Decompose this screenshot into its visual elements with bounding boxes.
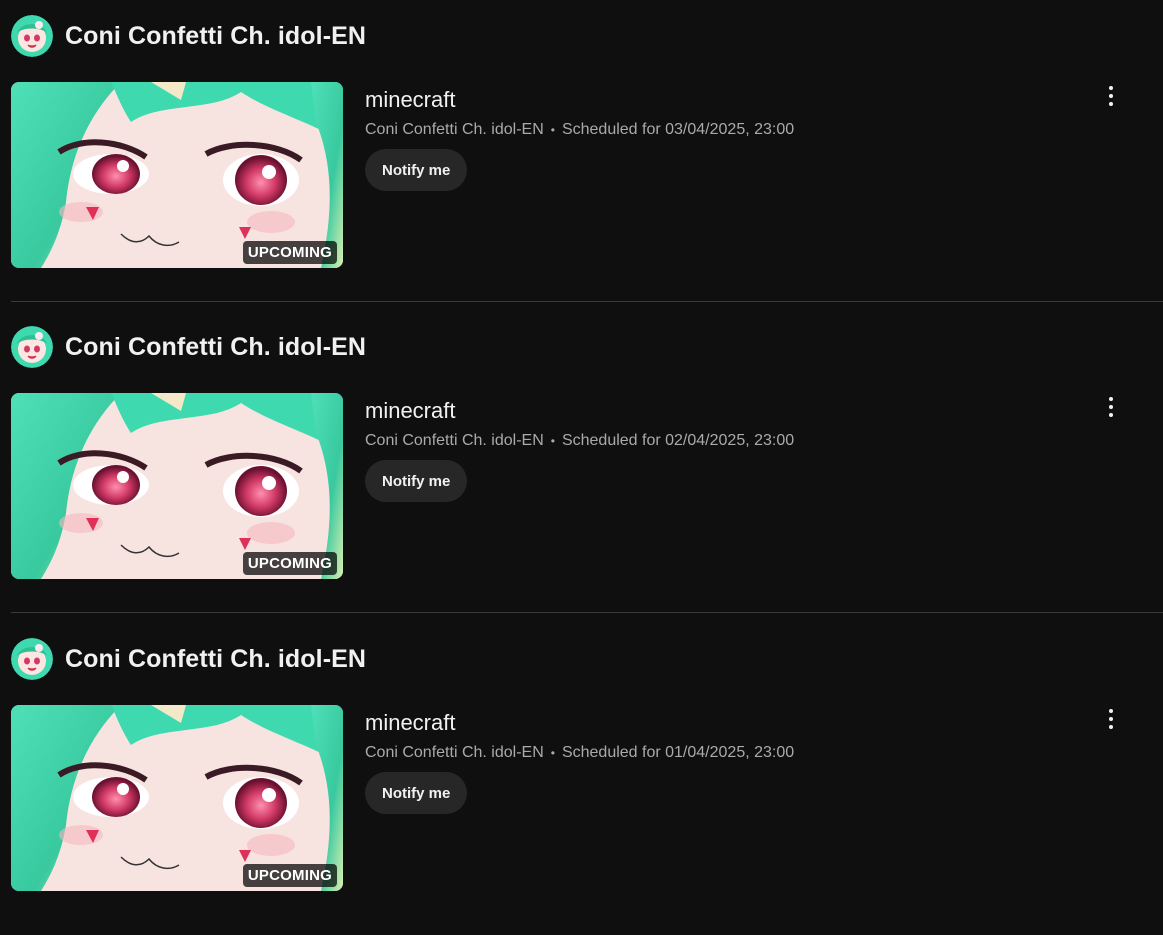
channel-header[interactable]: Coni Confetti Ch. idol-EN — [11, 325, 366, 369]
video-title[interactable]: minecraft — [365, 87, 1065, 113]
video-item: UPCOMING minecraft Coni Confetti Ch. ido… — [11, 705, 1151, 891]
video-details: minecraft Coni Confetti Ch. idol-EN • Sc… — [365, 393, 1065, 502]
divider — [11, 301, 1163, 302]
video-title[interactable]: minecraft — [365, 398, 1065, 424]
channel-avatar[interactable] — [11, 15, 53, 57]
channel-avatar[interactable] — [11, 326, 53, 368]
upcoming-section: Coni Confetti Ch. idol-EN UPCOMING minec… — [0, 0, 1163, 312]
channel-name[interactable]: Coni Confetti Ch. idol-EN — [65, 645, 366, 674]
upcoming-badge: UPCOMING — [242, 864, 337, 887]
notify-me-button[interactable]: Notify me — [365, 772, 468, 814]
scheduled-time: Scheduled for 02/04/2025, 23:00 — [561, 432, 795, 449]
scheduled-time: Scheduled for 03/04/2025, 23:00 — [561, 121, 795, 138]
upcoming-section: Coni Confetti Ch. idol-EN UPCOMING minec… — [0, 311, 1163, 623]
more-vert-icon[interactable] — [1101, 84, 1121, 108]
upcoming-badge: UPCOMING — [242, 552, 337, 575]
notify-me-button[interactable]: Notify me — [365, 149, 468, 191]
channel-header[interactable]: Coni Confetti Ch. idol-EN — [11, 637, 366, 681]
channel-header[interactable]: Coni Confetti Ch. idol-EN — [11, 14, 366, 58]
video-meta: Coni Confetti Ch. idol-EN • Scheduled fo… — [365, 744, 1065, 762]
more-vert-icon[interactable] — [1101, 395, 1121, 419]
video-details: minecraft Coni Confetti Ch. idol-EN • Sc… — [365, 82, 1065, 191]
meta-separator: • — [550, 123, 555, 137]
video-meta: Coni Confetti Ch. idol-EN • Scheduled fo… — [365, 432, 1065, 450]
upcoming-badge: UPCOMING — [242, 241, 337, 264]
meta-separator: • — [550, 746, 555, 760]
video-meta: Coni Confetti Ch. idol-EN • Scheduled fo… — [365, 121, 1065, 139]
divider — [11, 612, 1163, 613]
channel-name[interactable]: Coni Confetti Ch. idol-EN — [65, 22, 366, 51]
notify-me-button[interactable]: Notify me — [365, 460, 468, 502]
channel-avatar[interactable] — [11, 638, 53, 680]
meta-channel-name[interactable]: Coni Confetti Ch. idol-EN — [365, 121, 544, 139]
video-item: UPCOMING minecraft Coni Confetti Ch. ido… — [11, 82, 1151, 268]
video-thumbnail[interactable]: UPCOMING — [11, 82, 343, 268]
video-thumbnail[interactable]: UPCOMING — [11, 393, 343, 579]
channel-name[interactable]: Coni Confetti Ch. idol-EN — [65, 333, 366, 362]
more-vert-icon[interactable] — [1101, 707, 1121, 731]
scheduled-time: Scheduled for 01/04/2025, 23:00 — [561, 744, 795, 761]
video-title[interactable]: minecraft — [365, 710, 1065, 736]
meta-channel-name[interactable]: Coni Confetti Ch. idol-EN — [365, 432, 544, 450]
video-thumbnail[interactable]: UPCOMING — [11, 705, 343, 891]
upcoming-section: Coni Confetti Ch. idol-EN UPCOMING minec… — [0, 623, 1163, 935]
video-details: minecraft Coni Confetti Ch. idol-EN • Sc… — [365, 705, 1065, 814]
meta-channel-name[interactable]: Coni Confetti Ch. idol-EN — [365, 744, 544, 762]
video-item: UPCOMING minecraft Coni Confetti Ch. ido… — [11, 393, 1151, 579]
meta-separator: • — [550, 434, 555, 448]
